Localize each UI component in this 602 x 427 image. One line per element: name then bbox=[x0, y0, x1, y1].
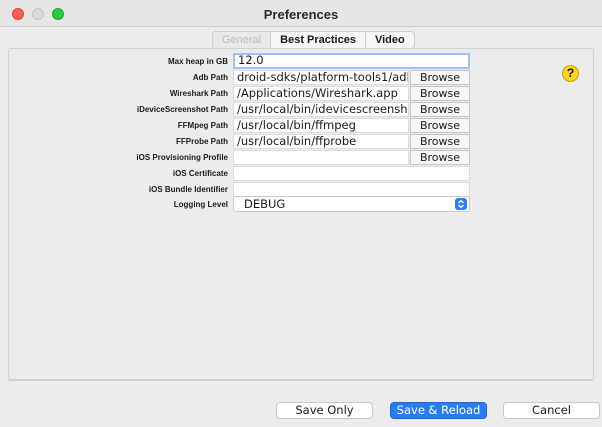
window-title: Preferences bbox=[263, 7, 339, 22]
adb-path-label: Adb Path bbox=[192, 73, 228, 82]
adb-browse-button[interactable]: Browse bbox=[410, 70, 470, 85]
max-heap-input[interactable]: 12.0 bbox=[233, 53, 470, 69]
ffprobe-browse-button[interactable]: Browse bbox=[410, 134, 470, 149]
ios-certificate-input[interactable] bbox=[233, 166, 470, 181]
tab-video[interactable]: Video bbox=[366, 32, 414, 48]
title-bar: Preferences bbox=[0, 0, 602, 27]
wireshark-path-input[interactable]: /Applications/Wireshark.app bbox=[233, 86, 409, 101]
logging-level-value: DEBUG bbox=[244, 197, 286, 211]
ffprobe-path-input[interactable]: /usr/local/bin/ffprobe bbox=[233, 134, 409, 149]
wireshark-path-label: Wireshark Path bbox=[169, 89, 228, 98]
max-heap-label: Max heap in GB bbox=[167, 57, 228, 66]
idevicescreenshot-path-input[interactable]: /usr/local/bin/idevicescreenshot bbox=[233, 102, 409, 117]
provisioning-browse-button[interactable]: Browse bbox=[410, 150, 470, 165]
idevicescreenshot-path-label: iDeviceScreenshot Path bbox=[136, 105, 228, 114]
ffmpeg-path-label: FFMpeg Path bbox=[177, 121, 228, 130]
up-down-chevron-icon bbox=[455, 198, 467, 210]
idevicescreenshot-browse-button[interactable]: Browse bbox=[410, 102, 470, 117]
adb-path-input[interactable]: droid-sdks/platform-tools1/adb bbox=[233, 70, 409, 85]
provisioning-profile-input[interactable] bbox=[233, 150, 409, 165]
save-and-reload-button[interactable]: Save & Reload bbox=[390, 402, 487, 419]
ffmpeg-path-input[interactable]: /usr/local/bin/ffmpeg bbox=[233, 118, 409, 133]
ffmpeg-browse-button[interactable]: Browse bbox=[410, 118, 470, 133]
help-icon[interactable]: ? bbox=[562, 65, 579, 82]
provisioning-profile-label: iOS Provisioning Profile bbox=[136, 153, 228, 162]
ffprobe-path-label: FFProbe Path bbox=[175, 137, 228, 146]
preferences-window: Preferences General Best Practices Video… bbox=[0, 0, 602, 427]
tab-bar: General Best Practices Video bbox=[212, 31, 415, 49]
tab-general[interactable]: General bbox=[213, 32, 272, 48]
logging-level-select[interactable]: DEBUG bbox=[233, 196, 470, 212]
ios-certificate-label: iOS Certificate bbox=[172, 169, 228, 178]
wireshark-browse-button[interactable]: Browse bbox=[410, 86, 470, 101]
divider bbox=[8, 380, 594, 381]
tab-best-practices[interactable]: Best Practices bbox=[271, 32, 366, 48]
logging-level-label: Logging Level bbox=[173, 200, 228, 209]
save-only-button[interactable]: Save Only bbox=[276, 402, 373, 419]
cancel-button[interactable]: Cancel bbox=[503, 402, 600, 419]
bundle-identifier-label: iOS Bundle Identifier bbox=[148, 185, 228, 194]
bundle-identifier-input[interactable] bbox=[233, 182, 470, 197]
